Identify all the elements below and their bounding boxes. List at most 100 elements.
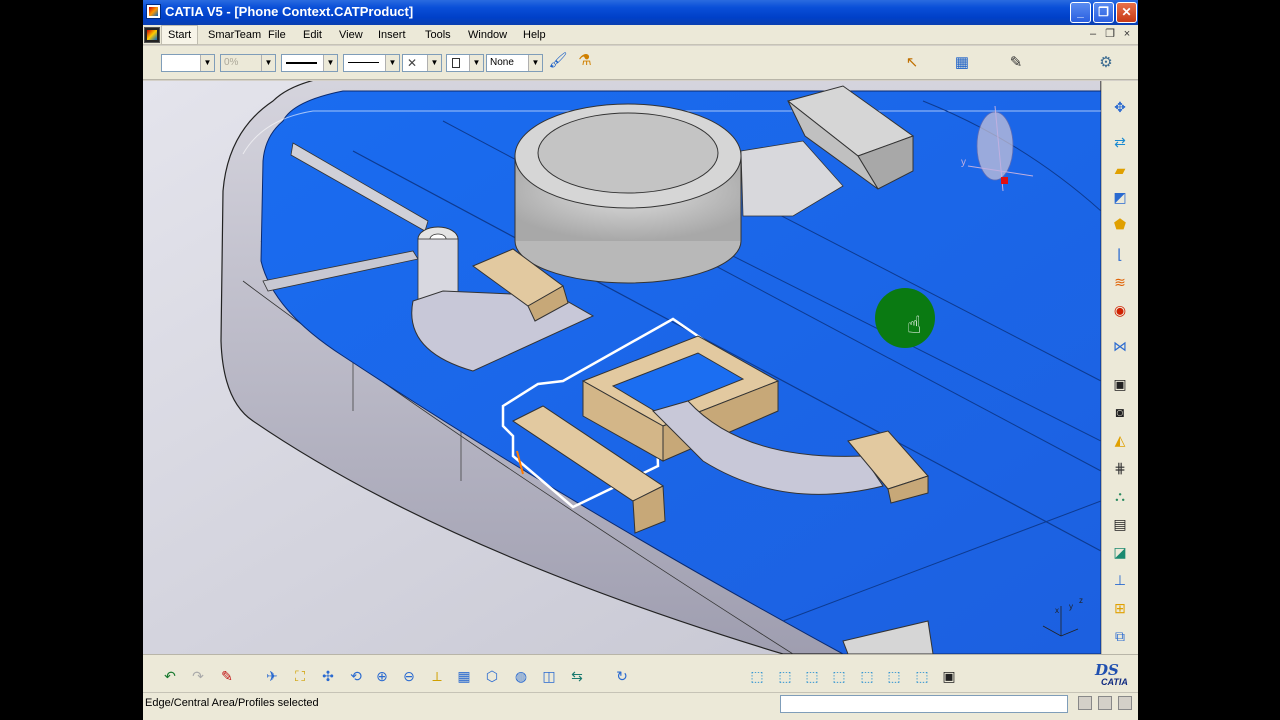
chevron-down-icon: ▼ bbox=[261, 55, 275, 71]
zoom-out-icon[interactable]: ⊖ bbox=[398, 665, 420, 687]
undo-icon[interactable]: ↶ bbox=[159, 665, 181, 687]
fill-icon[interactable]: ◪ bbox=[1109, 541, 1131, 563]
sketcher-icon[interactable]: ✎ bbox=[1005, 52, 1027, 74]
pen-icon[interactable]: ✎ bbox=[216, 665, 238, 687]
rendering-style-combo[interactable]: ▼ bbox=[446, 54, 484, 72]
line-type-combo[interactable]: ▼ bbox=[343, 54, 400, 72]
view-left-icon[interactable]: ⬚ bbox=[801, 665, 823, 687]
multi-view-icon[interactable]: ▦ bbox=[453, 665, 475, 687]
fill-color-combo[interactable]: ▼ bbox=[161, 54, 215, 72]
sketch-plane-icon[interactable]: ◙ bbox=[1109, 401, 1131, 423]
boolean-icon[interactable]: ◉ bbox=[1109, 299, 1131, 321]
layer-value: None bbox=[490, 57, 514, 68]
zoom-in-icon[interactable]: ⊕ bbox=[371, 665, 393, 687]
view-front-icon[interactable]: ⬚ bbox=[746, 665, 768, 687]
view-right-icon[interactable]: ⬚ bbox=[828, 665, 850, 687]
line-thickness-combo[interactable]: ▼ bbox=[281, 54, 338, 72]
sketch-icon[interactable]: ▣ bbox=[1109, 373, 1131, 395]
cursor-highlight bbox=[875, 288, 935, 348]
axis-z-label: z bbox=[1079, 596, 1083, 605]
close-button[interactable]: ✕ bbox=[1116, 2, 1137, 23]
select-icon[interactable]: ↖ bbox=[901, 52, 923, 74]
line-type-preview bbox=[348, 62, 379, 63]
menu-insert[interactable]: Insert bbox=[372, 25, 412, 45]
hand-cursor-icon: ☝ bbox=[907, 311, 922, 339]
view-top-icon[interactable]: ⬚ bbox=[856, 665, 878, 687]
compass-origin bbox=[1001, 177, 1008, 184]
rotate-icon[interactable]: ⟲ bbox=[345, 665, 367, 687]
update-icon[interactable]: ↻ bbox=[611, 665, 633, 687]
layer-combo[interactable]: None ▼ bbox=[486, 54, 543, 72]
chevron-down-icon: ▼ bbox=[469, 55, 483, 71]
title-bar: CATIA V5 - [Phone Context.CATProduct] _ … bbox=[143, 0, 1138, 25]
menu-tools[interactable]: Tools bbox=[419, 25, 457, 45]
graphic-properties-toolbar: ▼ 0% ▼ ▼ ▼ ✕ ▼ ▼ None ▼ 🖌 ⚗ ↖ ▦ ✎ ⚙ bbox=[143, 46, 1138, 80]
profile-icon[interactable]: ⌊ bbox=[1109, 243, 1131, 265]
doc-close-button[interactable]: × bbox=[1120, 27, 1134, 41]
chevron-down-icon: ▼ bbox=[385, 55, 399, 71]
restore-button[interactable]: ❐ bbox=[1093, 2, 1114, 23]
assembly-icon[interactable]: ⋈ bbox=[1109, 335, 1131, 357]
fly-mode-icon[interactable]: ✈ bbox=[261, 665, 283, 687]
screw-boss-body bbox=[417, 238, 459, 300]
compass-y-label: y bbox=[961, 157, 966, 168]
hide-show-icon[interactable]: ◫ bbox=[538, 665, 560, 687]
doc-minimize-button[interactable]: – bbox=[1086, 27, 1100, 41]
menu-file[interactable]: File bbox=[262, 25, 292, 45]
menu-view[interactable]: View bbox=[333, 25, 369, 45]
rendering-style-icon bbox=[452, 58, 460, 68]
extrude-icon[interactable]: ⬟ bbox=[1109, 213, 1131, 235]
shell-icon[interactable]: ◭ bbox=[1109, 429, 1131, 451]
doc-restore-button[interactable]: ❐ bbox=[1103, 27, 1117, 41]
point-type-combo[interactable]: ✕ ▼ bbox=[402, 54, 442, 72]
menu-edit[interactable]: Edit bbox=[297, 25, 328, 45]
view-bottom-icon[interactable]: ⬚ bbox=[883, 665, 905, 687]
status-message: Edge/Central Area/Profiles selected bbox=[145, 697, 319, 709]
view-iso-icon[interactable]: ⬚ bbox=[911, 665, 933, 687]
pad-icon[interactable]: ▰ bbox=[1109, 159, 1131, 181]
menu-window[interactable]: Window bbox=[462, 25, 513, 45]
isolate-icon[interactable]: ✥ bbox=[1109, 96, 1131, 118]
transparency-combo[interactable]: 0% ▼ bbox=[220, 54, 276, 72]
document-icon[interactable] bbox=[144, 27, 160, 43]
camera-icon[interactable]: ▣ bbox=[938, 665, 960, 687]
flatten-icon[interactable]: ⧉ bbox=[1109, 625, 1131, 647]
surface-icon[interactable]: ◩ bbox=[1109, 186, 1131, 208]
render-style-icon[interactable]: ◍ bbox=[510, 665, 532, 687]
measure-icon[interactable]: ⊞ bbox=[1109, 597, 1131, 619]
redo-icon[interactable]: ↷ bbox=[187, 665, 209, 687]
menu-help[interactable]: Help bbox=[517, 25, 552, 45]
line-thickness-preview bbox=[286, 62, 317, 64]
menu-start[interactable]: Start bbox=[161, 25, 199, 45]
fit-all-icon[interactable]: ⛶ bbox=[289, 665, 311, 687]
3d-viewport[interactable]: y ☝ x y z bbox=[143, 81, 1101, 654]
analysis-icon[interactable]: ⛬ bbox=[1109, 485, 1131, 507]
menu-smarteam[interactable]: SmarTeam bbox=[202, 25, 267, 45]
catia-window: CATIA V5 - [Phone Context.CATProduct] _ … bbox=[143, 0, 1138, 720]
grid-icon[interactable]: ⋕ bbox=[1109, 457, 1131, 479]
iso-view-icon[interactable]: ⬡ bbox=[481, 665, 503, 687]
minimize-button[interactable]: _ bbox=[1070, 2, 1091, 23]
offset-icon[interactable]: ≋ bbox=[1109, 271, 1131, 293]
status-button[interactable] bbox=[1098, 696, 1112, 710]
constraint-icon[interactable]: ⊥ bbox=[1109, 569, 1131, 591]
command-input[interactable] bbox=[780, 695, 1068, 713]
properties-icon[interactable]: ⚗ bbox=[574, 50, 596, 72]
status-button[interactable] bbox=[1118, 696, 1132, 710]
view-back-icon[interactable]: ⬚ bbox=[774, 665, 796, 687]
move-icon[interactable]: ⇄ bbox=[1109, 131, 1131, 153]
speaker-recess bbox=[537, 112, 719, 194]
chevron-down-icon: ▼ bbox=[323, 55, 337, 71]
painter-icon[interactable]: 🖌 bbox=[547, 50, 569, 72]
save-icon[interactable]: ▤ bbox=[1109, 513, 1131, 535]
status-button[interactable] bbox=[1078, 696, 1092, 710]
normal-view-icon[interactable]: ⟂ bbox=[426, 665, 448, 687]
chevron-down-icon: ▼ bbox=[427, 55, 441, 71]
knowledge-icon[interactable]: ⚙ bbox=[1095, 52, 1117, 74]
view-toolbar: ↶ ↷ ✎ ✈ ⛶ ✣ ⟲ ⊕ ⊖ ⟂ ▦ ⬡ ◍ ◫ ⇆ ↻ ⬚ ⬚ ⬚ ⬚ … bbox=[143, 654, 1138, 692]
catalog-icon[interactable]: ▦ bbox=[951, 52, 973, 74]
phone-model-canvas[interactable]: y ☝ x y z bbox=[143, 81, 1101, 654]
catia-app-icon[interactable] bbox=[146, 4, 161, 19]
pan-icon[interactable]: ✣ bbox=[317, 665, 339, 687]
swap-space-icon[interactable]: ⇆ bbox=[566, 665, 588, 687]
